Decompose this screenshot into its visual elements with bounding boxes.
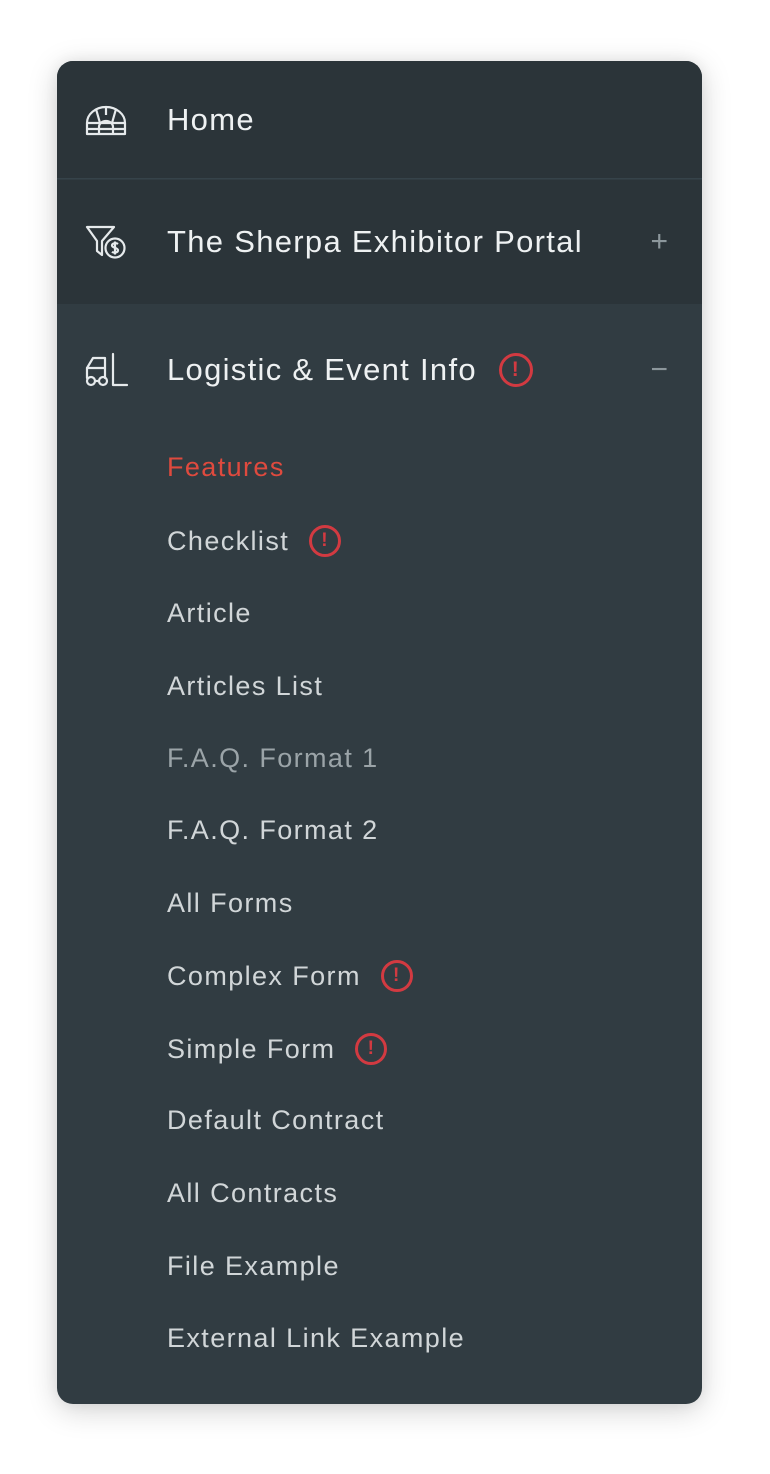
submenu-item-external-link-example[interactable]: External Link Example [167, 1318, 465, 1358]
submenu-item-label: External Link Example [167, 1322, 466, 1353]
nav-item-logistic-event-info[interactable]: Logistic & Event Info ! − [57, 304, 702, 435]
igloo-icon [83, 97, 129, 143]
nav-item-label: The Sherpa Exhibitor Portal [167, 224, 583, 259]
nav-item-text: Logistic & Event Info [167, 351, 477, 387]
submenu-item-all-contracts[interactable]: All Contracts [167, 1173, 338, 1213]
collapse-icon[interactable]: − [650, 353, 668, 387]
sidebar-nav: Home The Sherpa Exhibitor Portal + Logis… [57, 61, 702, 1404]
submenu-item-complex-form[interactable]: Complex Form ! [167, 956, 413, 996]
funnel-dollar-icon [83, 219, 129, 265]
nav-item-label: Logistic & Event Info ! [167, 352, 533, 388]
submenu-item-label: Default Contract [167, 1104, 385, 1135]
forklift-icon [83, 347, 129, 393]
submenu-item-simple-form[interactable]: Simple Form ! [167, 1029, 388, 1069]
alert-icon: ! [309, 525, 342, 557]
submenu-item-label: Complex Form [167, 960, 361, 991]
submenu-item-faq-format-1[interactable]: F.A.Q. Format 1 [167, 738, 379, 778]
submenu-item-label: All Contracts [167, 1177, 339, 1208]
nav-item-home[interactable]: Home [57, 61, 702, 179]
submenu-item-label: Simple Form [167, 1033, 336, 1064]
submenu-item-faq-format-2[interactable]: F.A.Q. Format 2 [167, 810, 379, 850]
submenu-item-file-example[interactable]: File Example [167, 1246, 340, 1286]
alert-icon: ! [380, 960, 413, 992]
submenu-item-default-contract[interactable]: Default Contract [167, 1100, 385, 1140]
submenu-item-label: All Forms [167, 887, 294, 918]
submenu-item-label: F.A.Q. Format 1 [167, 742, 379, 773]
submenu-item-label: Checklist [167, 525, 290, 556]
submenu-item-article[interactable]: Article [167, 593, 252, 633]
submenu-item-label: F.A.Q. Format 2 [167, 814, 379, 845]
submenu-item-checklist[interactable]: Checklist ! [167, 521, 342, 561]
submenu-item-articles-list[interactable]: Articles List [167, 666, 323, 706]
submenu-item-label: File Example [167, 1250, 340, 1281]
submenu-item-features[interactable]: Features [167, 447, 285, 487]
submenu-item-label: Article [167, 597, 252, 628]
submenu-item-all-forms[interactable]: All Forms [167, 883, 294, 923]
submenu-item-label: Features [167, 451, 285, 482]
submenu-item-label: Articles List [167, 670, 324, 701]
nav-item-label: Home [167, 101, 255, 137]
alert-icon: ! [355, 1033, 388, 1065]
nav-item-exhibitor-portal[interactable]: The Sherpa Exhibitor Portal + [57, 180, 702, 304]
expand-icon[interactable]: + [650, 225, 668, 259]
alert-icon: ! [498, 352, 533, 387]
